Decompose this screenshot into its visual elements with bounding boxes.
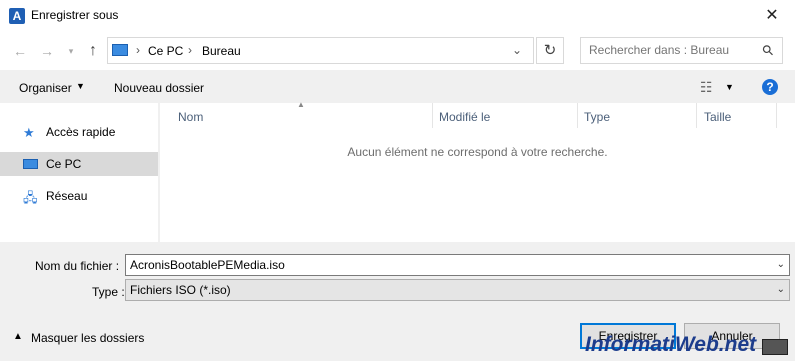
type-label: Type : [92,285,125,299]
column-header-modified[interactable]: Modifié le [439,110,490,124]
hide-folders-button[interactable]: Masquer les dossiers [31,331,144,345]
search-input[interactable] [589,43,759,57]
close-button[interactable]: ✕ [749,0,795,32]
nav-item-network[interactable]: 🖧 Réseau [0,184,158,208]
recent-locations-button[interactable]: ▾ [62,42,80,60]
title-bar [0,0,795,32]
forward-arrow-icon: → [40,43,54,59]
filename-value[interactable]: AcronisBootablePEMedia.iso [130,258,285,272]
chevron-down-icon[interactable]: ▼ [725,82,734,92]
column-header-name[interactable]: Nom [178,110,203,124]
column-divider[interactable] [432,103,433,128]
chevron-down-icon: ▾ [68,46,74,56]
close-icon: ✕ [765,7,779,24]
refresh-icon: ↻ [543,42,557,59]
search-box[interactable]: ⚲ [580,37,783,64]
empty-message: Aucun élément ne correspond à votre rech… [347,145,608,159]
organise-menu[interactable]: Organiser [19,81,72,95]
column-divider[interactable] [577,103,578,128]
refresh-button[interactable]: ↻ [536,37,564,64]
chevron-down-icon[interactable]: ⌄ [777,284,785,295]
nav-item-label: Réseau [46,189,88,203]
chevron-right-icon[interactable]: › [136,43,140,57]
column-divider[interactable] [696,103,697,128]
type-select[interactable]: Fichiers ISO (*.iso) ⌄ [125,279,790,301]
nav-item-label: Ce PC [46,157,82,171]
up-arrow-icon: ↑ [89,42,97,59]
star-icon: ★ [23,125,35,140]
forward-button[interactable]: → [38,42,56,60]
app-icon: A [9,8,25,24]
filename-label: Nom du fichier : [35,259,120,273]
view-options-icon[interactable]: ☷ [700,79,713,96]
window-title: Enregistrer sous [31,8,119,22]
column-divider[interactable] [776,103,777,128]
filename-field[interactable]: AcronisBootablePEMedia.iso ⌄ [125,254,790,276]
new-folder-button[interactable]: Nouveau dossier [114,81,204,95]
watermark: InformatiWeb.net [585,333,757,356]
help-icon[interactable]: ? [762,79,778,95]
nav-item-this-pc[interactable]: Ce PC [0,152,158,176]
search-icon[interactable]: ⚲ [758,41,777,60]
chevron-down-icon[interactable]: ⌄ [777,259,785,270]
column-header-type[interactable]: Type [584,110,610,124]
computer-icon [23,159,38,169]
column-header-size[interactable]: Taille [704,110,731,124]
network-icon: 🖧 [23,190,38,205]
sort-ascending-icon: ▲ [297,100,305,109]
nav-item-quick-access[interactable]: ★ Accès rapide [0,120,158,144]
back-button[interactable]: ← [11,42,29,60]
chevron-up-icon[interactable]: ▲ [13,331,23,342]
breadcrumb-bureau[interactable]: Bureau [202,44,241,58]
computer-icon [112,44,128,56]
breadcrumb-ce-pc[interactable]: Ce PC [148,44,183,58]
laptop-icon [762,339,788,355]
back-arrow-icon: ← [13,43,27,59]
address-bar[interactable]: › Ce PC › Bureau ⌄ [107,37,534,64]
nav-item-label: Accès rapide [46,125,116,139]
type-value: Fichiers ISO (*.iso) [130,283,231,297]
address-dropdown-icon[interactable]: ⌄ [512,43,522,57]
chevron-right-icon[interactable]: › [188,43,192,57]
up-button[interactable]: ↑ [84,42,102,60]
chevron-down-icon[interactable]: ▼ [76,81,85,91]
